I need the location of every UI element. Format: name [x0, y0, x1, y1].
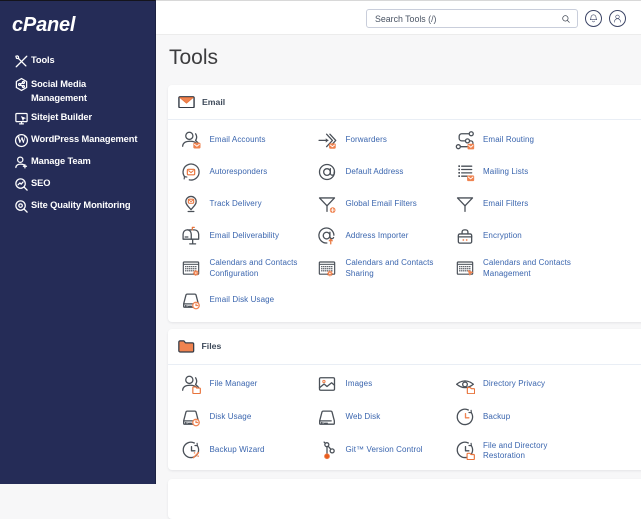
svg-text:W: W	[17, 135, 26, 145]
